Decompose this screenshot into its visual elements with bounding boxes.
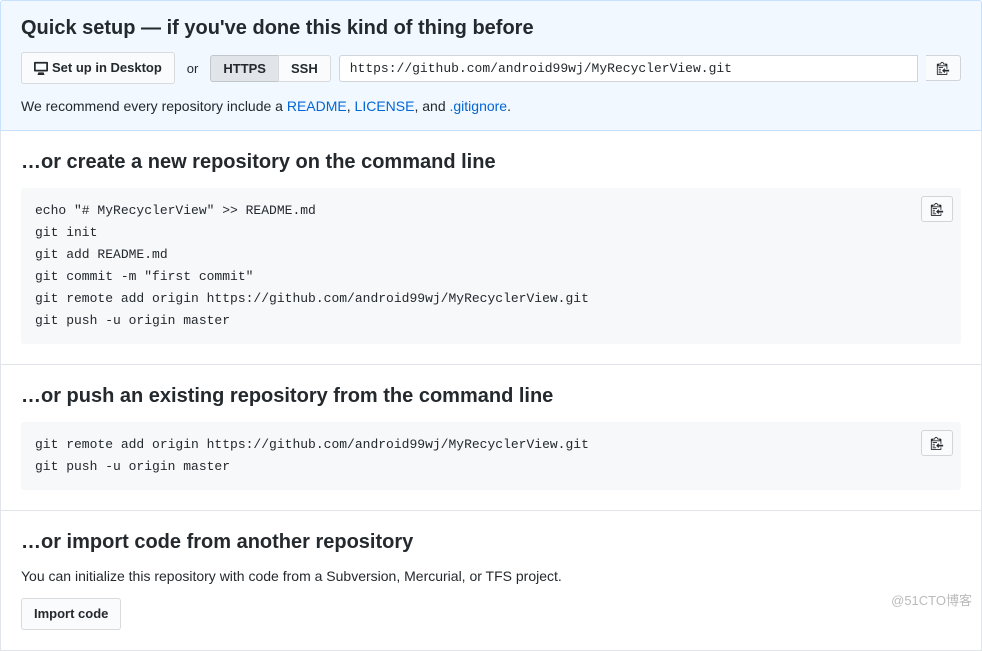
push-code-text: git remote add origin https://github.com… [35, 437, 589, 474]
ssh-tab[interactable]: SSH [278, 55, 331, 82]
license-link[interactable]: LICENSE [355, 98, 415, 114]
clipboard-icon [930, 202, 944, 216]
import-code-button[interactable]: Import code [21, 598, 121, 630]
or-text: or [183, 61, 203, 76]
watermark: @51CTO博客 [891, 590, 972, 609]
readme-link[interactable]: README [287, 98, 347, 114]
clone-url-input[interactable] [339, 55, 918, 82]
create-repo-heading: …or create a new repository on the comma… [21, 151, 961, 174]
copy-push-code-button[interactable] [921, 430, 953, 456]
clipboard-icon [930, 436, 944, 450]
setup-row: Set up in Desktop or HTTPS SSH [21, 52, 961, 84]
quick-setup-panel: Quick setup — if you've done this kind o… [0, 0, 982, 131]
import-description: You can initialize this repository with … [21, 568, 961, 584]
create-code-text: echo "# MyRecyclerView" >> README.md git… [35, 203, 589, 328]
copy-url-button[interactable] [926, 55, 961, 81]
setup-desktop-label: Set up in Desktop [52, 58, 162, 78]
import-heading: …or import code from another repository [21, 531, 961, 554]
comma1: , [347, 98, 355, 114]
import-section: …or import code from another repository … [0, 511, 982, 651]
copy-create-code-button[interactable] [921, 196, 953, 222]
push-repo-section: …or push an existing repository from the… [0, 365, 982, 511]
protocol-tabs: HTTPS SSH [210, 55, 330, 82]
recommend-suffix: . [507, 98, 511, 114]
create-repo-section: …or create a new repository on the comma… [0, 131, 982, 365]
quick-setup-heading: Quick setup — if you've done this kind o… [21, 17, 961, 40]
create-repo-code: echo "# MyRecyclerView" >> README.md git… [21, 188, 961, 344]
push-repo-code: git remote add origin https://github.com… [21, 422, 961, 490]
recommend-prefix: We recommend every repository include a [21, 98, 287, 114]
desktop-icon [34, 61, 48, 75]
comma2: , and [414, 98, 449, 114]
gitignore-link[interactable]: .gitignore [450, 98, 508, 114]
push-repo-heading: …or push an existing repository from the… [21, 385, 961, 408]
setup-desktop-button[interactable]: Set up in Desktop [21, 52, 175, 84]
https-tab[interactable]: HTTPS [210, 55, 278, 82]
recommend-text: We recommend every repository include a … [21, 98, 961, 114]
clipboard-icon [936, 61, 950, 75]
